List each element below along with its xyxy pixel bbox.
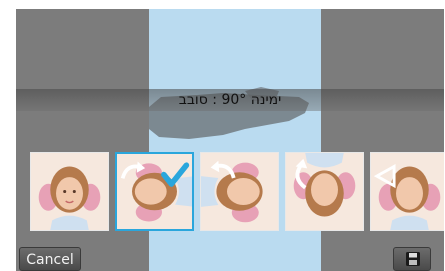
rotation-options-strip <box>30 152 444 232</box>
image-rotate-screen: ימינה 90° : סובב Cancel <box>16 9 444 271</box>
rotate-left-arrow-icon <box>210 160 236 179</box>
flip-horizontal-icon <box>373 164 396 189</box>
rotation-option-rotate-right[interactable] <box>115 152 194 231</box>
save-button[interactable] <box>393 247 431 271</box>
photo-thumbnail <box>31 153 108 230</box>
rotation-mode-label: ימינה 90° : סובב <box>178 92 282 108</box>
checkmark-icon <box>161 162 190 187</box>
rotate-180-arrow-icon <box>295 158 308 190</box>
save-icon <box>406 252 420 266</box>
rotation-option-rotate-180[interactable] <box>285 152 364 231</box>
rotation-option-flip-horizontal[interactable] <box>370 152 444 231</box>
cancel-button[interactable]: Cancel <box>19 247 81 271</box>
rotation-option-rotate-left[interactable] <box>200 152 279 231</box>
rotation-option-original[interactable] <box>30 152 109 231</box>
